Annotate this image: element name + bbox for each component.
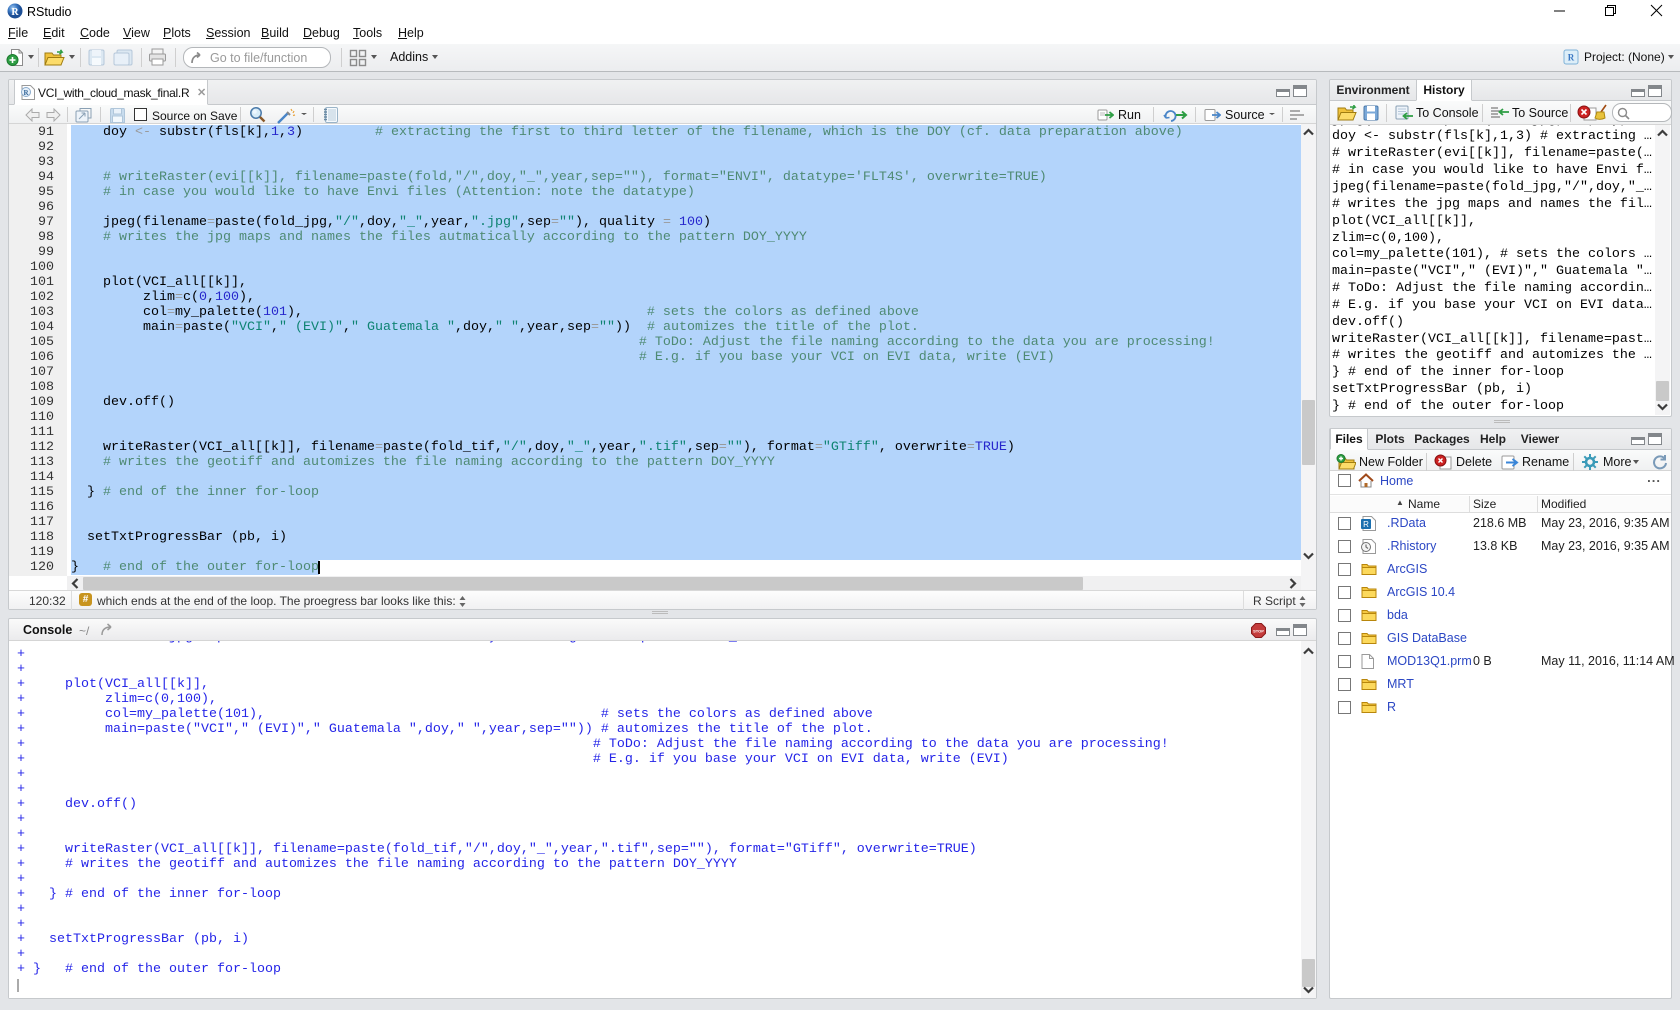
- svg-text:R: R: [11, 7, 19, 18]
- svg-text:R: R: [1363, 520, 1369, 529]
- svg-text:R: R: [1568, 53, 1575, 63]
- svg-text:STOP: STOP: [1253, 629, 1264, 634]
